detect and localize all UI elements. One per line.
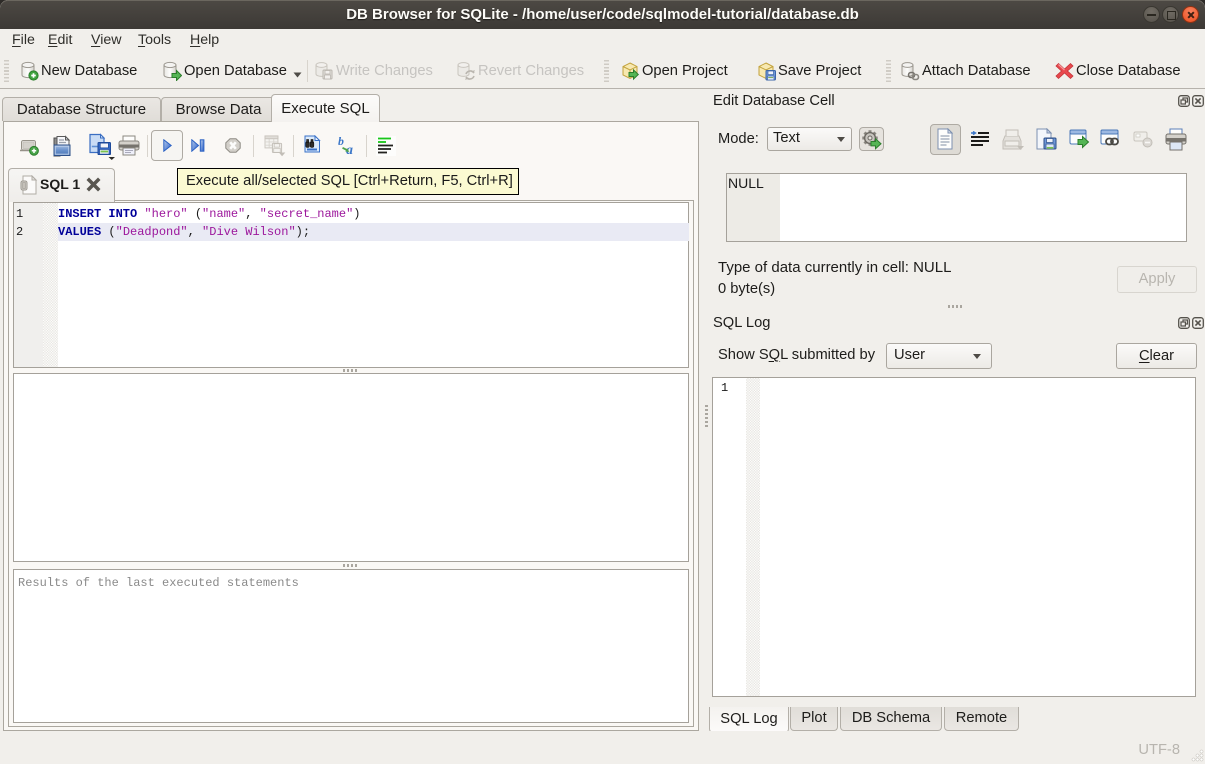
svg-text:b: b bbox=[338, 136, 344, 148]
